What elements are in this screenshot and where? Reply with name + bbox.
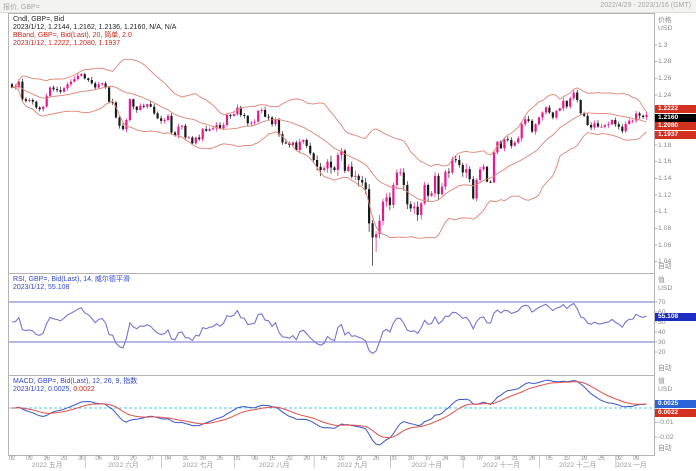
price-tick-label: 1.12 bbox=[658, 192, 671, 199]
week-tick-label: 08 bbox=[251, 456, 258, 463]
rsi-axis-auto[interactable]: 自动 bbox=[658, 365, 672, 373]
month-label: 2022 十月 bbox=[412, 462, 443, 470]
rsi-axis-unit: USD bbox=[658, 285, 672, 293]
candle-legend-values: 2023/1/12, 1.2144, 1.2162, 1.2136, 1.216… bbox=[13, 24, 176, 32]
bband-legend-values: 2023/1/12, 1.2222, 1.2080, 1.1937 bbox=[13, 40, 120, 48]
month-label: 2022 九月 bbox=[337, 462, 368, 470]
week-tick-label: 05 bbox=[546, 456, 553, 463]
week-tick-label: 29 bbox=[303, 456, 310, 463]
macd-value-main: 2023/1/12, 0.0025, bbox=[13, 386, 71, 393]
month-label: 2023 一月 bbox=[616, 462, 647, 470]
week-tick-label: 30 bbox=[78, 456, 85, 463]
week-tick-label: 26 bbox=[598, 456, 605, 463]
rsi-axis-title[interactable]: 值 bbox=[658, 277, 665, 285]
week-tick-label: 28 bbox=[529, 456, 536, 463]
candle-legend-series[interactable]: Cndl, GBP=, Bid bbox=[13, 16, 64, 24]
macd-value-signal: 0.0022 bbox=[73, 386, 94, 393]
month-label: 2022 八月 bbox=[259, 462, 290, 470]
macd-legend-values: 2023/1/12, 0.0025, 0.0022 bbox=[13, 386, 95, 394]
price-tick-label: 1.1 bbox=[658, 208, 667, 215]
month-label: 2022 六月 bbox=[108, 462, 139, 470]
week-tick-label: 04 bbox=[165, 456, 172, 463]
bband-lower-price-box: 1.1937 bbox=[655, 131, 696, 139]
macd-tick-label: -0.01 bbox=[658, 419, 674, 426]
month-label: 2022 七月 bbox=[183, 462, 214, 470]
week-tick-label: 06 bbox=[95, 456, 102, 463]
macd-legend-series[interactable]: MACD, GBP=, Bid(Last), 12, 26, 9, 指数 bbox=[13, 378, 137, 386]
price-tick-label: 1.18 bbox=[658, 142, 671, 149]
bband-upper-price-box: 1.2222 bbox=[655, 105, 696, 113]
chart-canvas[interactable] bbox=[0, 0, 696, 471]
price-tick-label: 1.14 bbox=[658, 175, 671, 182]
macd-value-box: 0.0025 bbox=[655, 400, 696, 408]
price-tick-label: 1.24 bbox=[658, 92, 671, 99]
chart-window: 报价, GBP= 2022/4/29 - 2023/1/16 (GMT) 1.3… bbox=[0, 0, 696, 471]
week-tick-label: 01 bbox=[234, 456, 241, 463]
price-axis-title[interactable]: 价格 bbox=[658, 17, 672, 25]
rsi-legend-values: 2023/1/12, 55.108 bbox=[13, 284, 69, 292]
week-tick-label: 03 bbox=[390, 456, 397, 463]
macd-axis-title[interactable]: 值 bbox=[658, 378, 665, 386]
bband-mid-price-box: 1.2080 bbox=[655, 122, 696, 130]
macd-axis-auto[interactable]: 自动 bbox=[658, 445, 672, 453]
price-tick-label: 1.16 bbox=[658, 158, 671, 165]
month-label: 2022 五月 bbox=[32, 462, 63, 470]
price-tick-label: 1.06 bbox=[658, 242, 671, 249]
macd-axis-unit: USD bbox=[658, 386, 672, 394]
week-tick-label: 26 bbox=[373, 456, 380, 463]
week-tick-label: 05 bbox=[321, 456, 328, 463]
week-tick-label: 02 bbox=[9, 456, 16, 463]
rsi-tick-label: 20 bbox=[658, 349, 666, 356]
rsi-tick-label: 70 bbox=[658, 299, 666, 306]
rsi-tick-label: 40 bbox=[658, 329, 666, 336]
price-tick-label: 1.28 bbox=[658, 58, 671, 65]
rsi-value-box: 55.108 bbox=[655, 313, 696, 321]
rsi-tick-label: 30 bbox=[658, 339, 666, 346]
price-tick-label: 1.3 bbox=[658, 42, 667, 49]
rsi-legend-series[interactable]: RSI, GBP=, Bid(Last), 14, 威尔德平滑 bbox=[13, 276, 130, 284]
week-tick-label: 24 bbox=[442, 456, 449, 463]
macd-tick-label: -0.02 bbox=[658, 434, 674, 441]
price-axis-auto[interactable]: 自动 bbox=[658, 263, 672, 271]
week-tick-label: 25 bbox=[217, 456, 224, 463]
week-tick-label: 27 bbox=[147, 456, 154, 463]
month-label: 2022 十二月 bbox=[559, 462, 596, 470]
price-tick-label: 1.08 bbox=[658, 225, 671, 232]
macd-signal-value-box: 0.0022 bbox=[655, 409, 696, 417]
bband-legend-series[interactable]: BBand, GBP=, Bid(Last), 20, 简单, 2.0 bbox=[13, 32, 132, 40]
week-tick-label: 31 bbox=[459, 456, 466, 463]
month-label: 2022 十一月 bbox=[483, 462, 520, 470]
price-tick-label: 1.26 bbox=[658, 75, 671, 82]
price-axis-unit: USD bbox=[658, 25, 672, 33]
last-price-box: 1.2160 bbox=[655, 114, 696, 122]
